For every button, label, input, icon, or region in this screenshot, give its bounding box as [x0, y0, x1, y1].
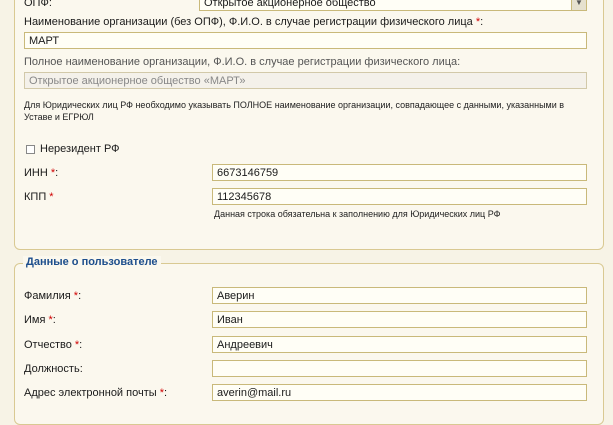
nonresident-checkbox[interactable]: [26, 145, 35, 154]
position-label: Должность:: [24, 363, 83, 375]
org-name-label: Наименование организации (без ОПФ), Ф.И.…: [24, 16, 484, 28]
opf-label: ОПФ:: [24, 0, 52, 9]
chevron-down-icon[interactable]: ▼: [571, 0, 586, 10]
position-input[interactable]: [212, 360, 587, 377]
patronymic-label: Отчество *:: [24, 339, 83, 351]
org-fullname-label: Полное наименование организации, Ф.И.О. …: [24, 56, 461, 68]
surname-label: Фамилия *:: [24, 290, 82, 302]
email-input[interactable]: averin@mail.ru: [212, 384, 587, 401]
opf-select[interactable]: Открытое акционерное общество ▼: [199, 0, 587, 11]
kpp-input[interactable]: 112345678: [212, 188, 587, 205]
legal-note: Для Юридических лиц РФ необходимо указыв…: [24, 100, 565, 122]
surname-input[interactable]: Аверин: [212, 287, 587, 304]
inn-label: ИНН *:: [24, 167, 59, 179]
firstname-input[interactable]: Иван: [212, 311, 587, 328]
required-mark: *: [475, 16, 481, 28]
org-name-input[interactable]: МАРТ: [24, 32, 587, 49]
inn-input[interactable]: 6673146759: [212, 164, 587, 181]
patronymic-input[interactable]: Андреевич: [212, 336, 587, 353]
firstname-label: Имя *:: [24, 314, 56, 326]
org-fullname-input[interactable]: Открытое акционерное общество «МАРТ»: [24, 72, 587, 89]
email-label: Адрес электронной почты *:: [24, 387, 168, 399]
nonresident-label: Нерезидент РФ: [40, 143, 120, 155]
kpp-note: Данная строка обязательна к заполнению д…: [214, 209, 501, 219]
kpp-label: КПП *: [24, 191, 54, 203]
opf-select-value: Открытое акционерное общество: [204, 0, 376, 9]
user-data-legend: Данные о пользователе: [23, 256, 161, 268]
